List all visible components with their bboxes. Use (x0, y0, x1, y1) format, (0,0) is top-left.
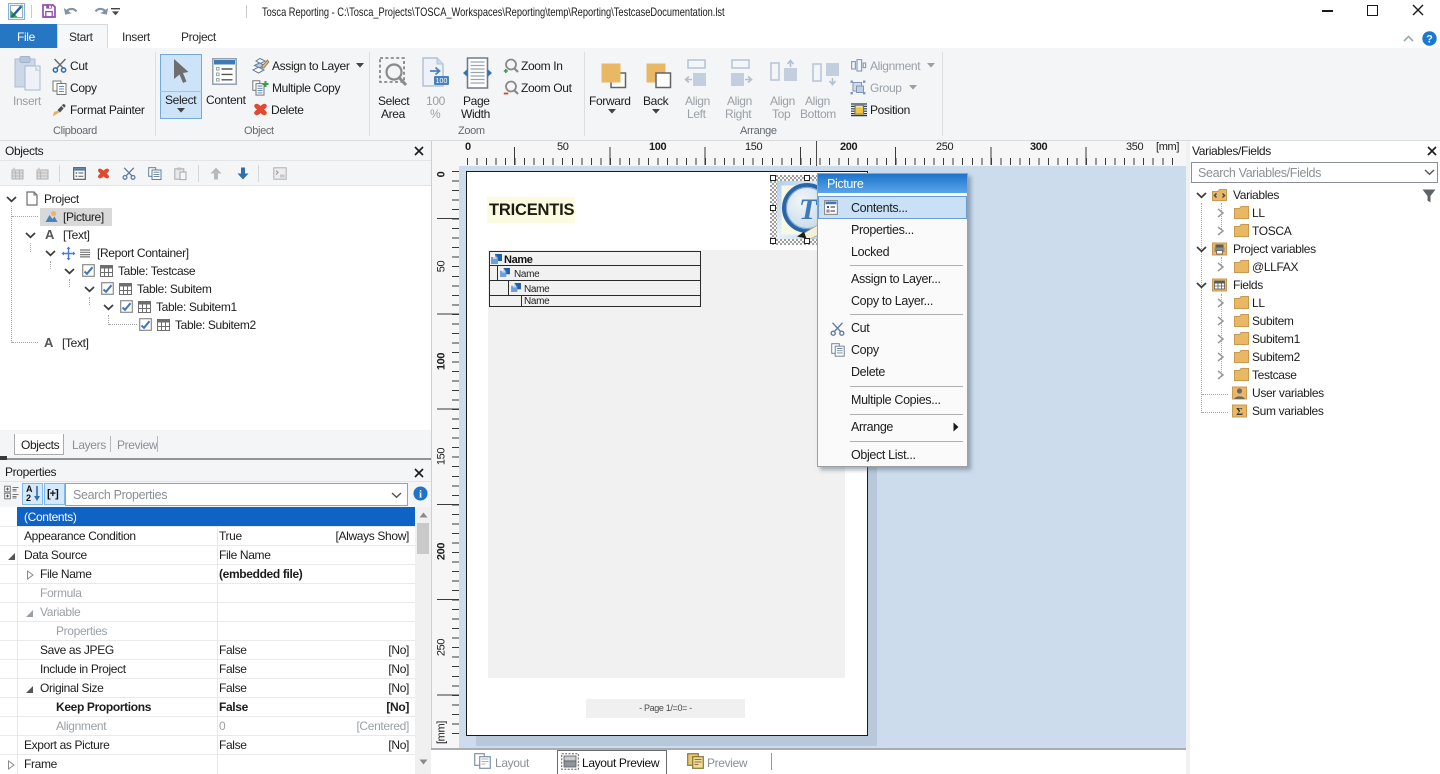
svg-text:?: ? (1426, 33, 1433, 45)
svg-text:Σ: Σ (1236, 407, 1243, 418)
svg-text:i: i (419, 489, 422, 501)
svg-text:100: 100 (436, 78, 448, 85)
svg-text:T: T (799, 193, 819, 226)
